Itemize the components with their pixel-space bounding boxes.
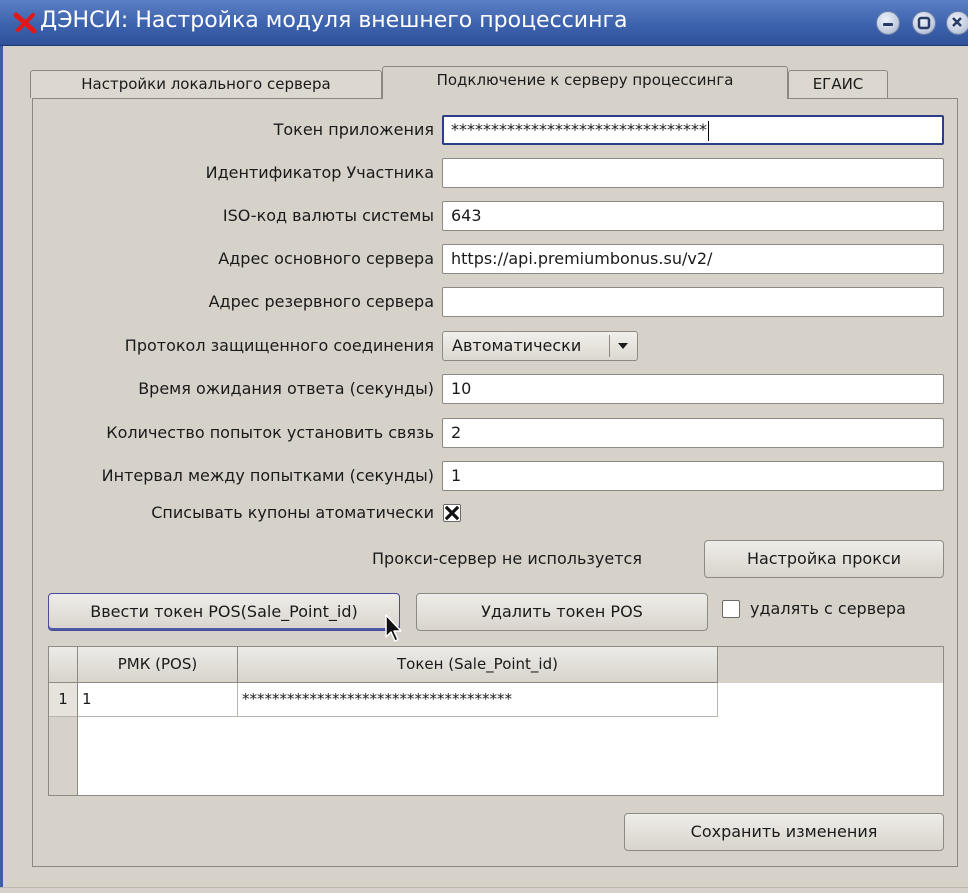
checkmark-x-icon — [445, 506, 459, 520]
delete-from-server-checkbox[interactable] — [722, 600, 740, 618]
attempts-label: Количество попыток установить связь — [106, 423, 434, 442]
delete-from-server-label: удалять с сервера — [750, 599, 906, 618]
tab-local-server[interactable]: Настройки локального сервера — [30, 70, 382, 98]
attempts-input[interactable]: 2 — [442, 418, 944, 448]
proxy-status-text: Прокси-сервер не используется — [372, 549, 642, 568]
app-x-icon — [13, 12, 37, 34]
participant-id-label: Идентификатор Участника — [205, 163, 434, 182]
pos-token-table: РМК (POS) Токен (Sale_Point_id) 1 1 ****… — [48, 646, 944, 796]
main-server-label: Адрес основного сервера — [218, 249, 434, 268]
close-button[interactable] — [946, 11, 968, 35]
interval-label: Интервал между попытками (секунды) — [101, 466, 434, 485]
auto-coupons-label: Списывать купоны атоматически — [151, 503, 434, 522]
window-title: ДЭНСИ: Настройка модуля внешнего процесс… — [40, 8, 628, 33]
protocol-select[interactable]: Автоматически — [442, 331, 638, 361]
window-bottom-edge — [0, 887, 968, 893]
mouse-pointer-icon — [385, 614, 402, 642]
tab-processing-server[interactable]: Подключение к серверу процессинга — [382, 66, 788, 99]
save-changes-button[interactable]: Сохранить изменения — [624, 813, 944, 851]
timeout-input[interactable]: 10 — [442, 374, 944, 404]
row-number[interactable]: 1 — [49, 683, 78, 717]
settings-window: ДЭНСИ: Настройка модуля внешнего процесс… — [0, 0, 968, 893]
close-icon — [952, 17, 962, 27]
minimize-icon — [883, 23, 893, 26]
participant-id-input[interactable] — [442, 158, 944, 188]
auto-coupons-checkbox[interactable] — [443, 504, 461, 522]
delete-pos-token-button[interactable]: Удалить токен POS — [416, 593, 708, 631]
chevron-down-icon — [618, 343, 628, 349]
enter-pos-token-button[interactable]: Ввести токен POS(Sale_Point_id) — [48, 593, 400, 631]
minimize-button[interactable] — [876, 11, 900, 35]
tab-egais[interactable]: ЕГАИС — [788, 70, 888, 98]
title-bar[interactable]: ДЭНСИ: Настройка модуля внешнего процесс… — [0, 0, 968, 46]
table-corner — [49, 647, 78, 683]
proxy-settings-button[interactable]: Настройка прокси — [704, 540, 944, 578]
row-header-empty — [49, 717, 78, 795]
currency-code-input[interactable]: 643 — [442, 201, 944, 231]
window-border — [0, 46, 3, 893]
timeout-label: Время ожидания ответа (секунды) — [138, 379, 434, 398]
column-header-pos[interactable]: РМК (POS) — [78, 647, 238, 683]
maximize-icon — [917, 16, 931, 30]
interval-input[interactable]: 1 — [442, 461, 944, 491]
reserve-server-label: Адрес резервного сервера — [208, 292, 434, 311]
app-token-label: Токен приложения — [273, 120, 434, 139]
table-cell-token[interactable]: ************************************ — [238, 683, 718, 717]
reserve-server-input[interactable] — [442, 287, 944, 317]
app-token-input[interactable]: ******************************** — [442, 115, 944, 145]
table-cell-pos[interactable]: 1 — [78, 683, 238, 717]
protocol-selected-value: Автоматически — [452, 336, 582, 355]
maximize-button[interactable] — [912, 11, 936, 35]
combo-divider — [609, 335, 610, 357]
column-header-token[interactable]: Токен (Sale_Point_id) — [238, 647, 718, 683]
protocol-label: Протокол защищенного соединения — [124, 336, 434, 355]
currency-code-label: ISO-код валюты системы — [222, 206, 434, 225]
app-token-value: ******************************** — [451, 120, 707, 139]
text-caret — [708, 120, 709, 141]
main-server-input[interactable]: https://api.premiumbonus.su/v2/ — [442, 244, 944, 274]
